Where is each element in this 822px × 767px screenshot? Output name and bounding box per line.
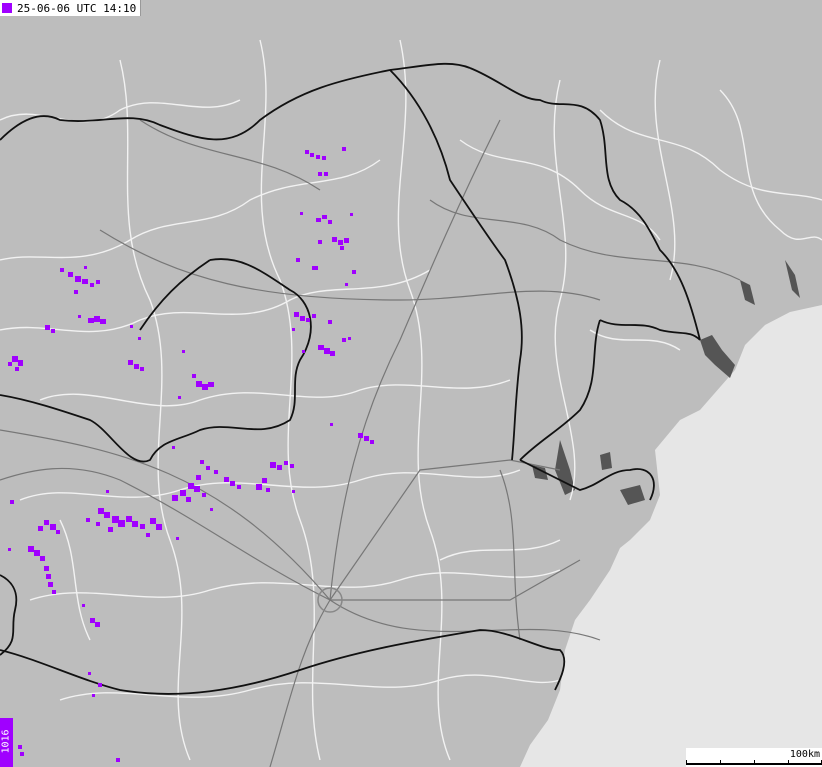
lightning-map[interactable] (0, 0, 822, 767)
scale-bar-label: 100km (789, 749, 820, 760)
strike-counter-value: 1016 (0, 729, 12, 754)
scale-bar-tick (754, 760, 755, 765)
legend-swatch (2, 3, 12, 13)
scale-bar-tick (720, 760, 721, 765)
strike-counter: 1016 (0, 718, 13, 767)
timestamp-label: 25-06-06 UTC 14:10 (17, 1, 137, 15)
timestamp-header: 25-06-06 UTC 14:10 (0, 0, 142, 16)
scale-bar-tick (788, 760, 789, 765)
scale-bar: 100km (686, 748, 822, 767)
scale-bar-tick (686, 760, 687, 765)
